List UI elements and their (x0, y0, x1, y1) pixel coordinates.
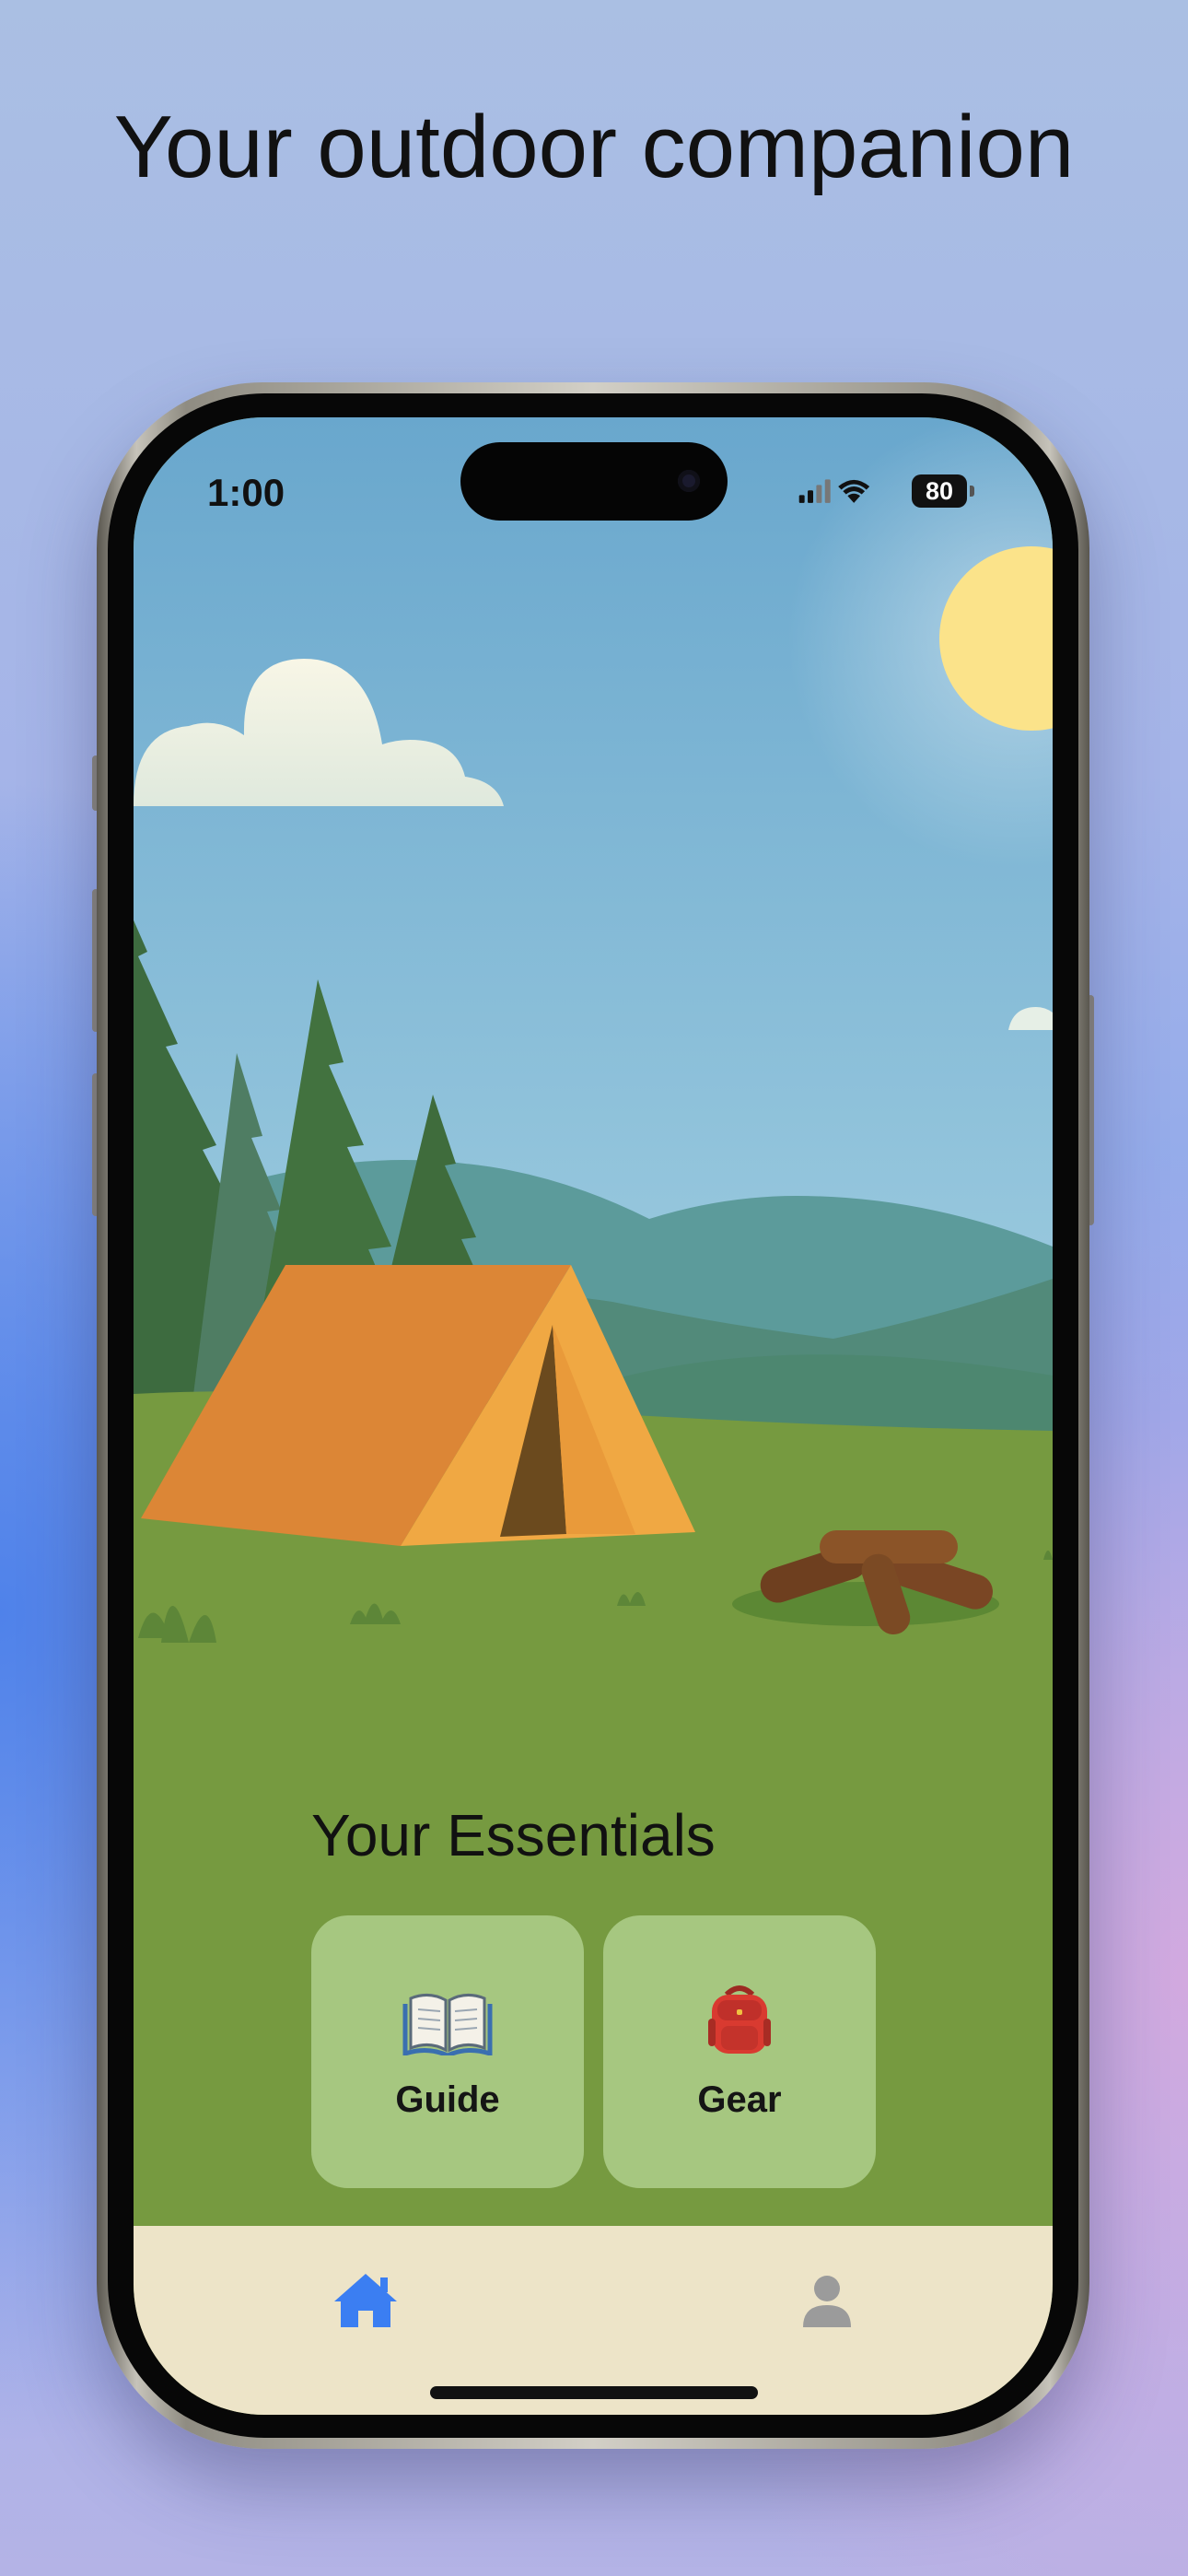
person-icon[interactable] (790, 2268, 864, 2333)
cellular-signal-icon (798, 479, 831, 503)
open-book-icon (402, 1994, 493, 2055)
battery-icon: 80 (912, 474, 967, 508)
backpack-icon (708, 1985, 771, 2054)
gear-label: Gear (697, 2079, 782, 2120)
battery-cap (970, 486, 974, 497)
guide-card[interactable]: Guide (311, 1915, 584, 2188)
home-icon[interactable] (329, 2268, 402, 2333)
marketing-headline: Your outdoor companion (113, 98, 1075, 196)
wifi-icon (838, 479, 870, 503)
home-indicator[interactable] (430, 2386, 758, 2399)
camping-illustration (134, 417, 1053, 2226)
section-title: Your Essentials (311, 1802, 716, 1868)
dynamic-island (460, 442, 728, 521)
status-time: 1:00 (207, 471, 285, 514)
front-camera (678, 470, 700, 492)
guide-label: Guide (395, 2079, 500, 2120)
phone-screen: 1:00 80 Your Essentials Guide Gear (134, 417, 1053, 2415)
gear-card[interactable]: Gear (603, 1915, 876, 2188)
